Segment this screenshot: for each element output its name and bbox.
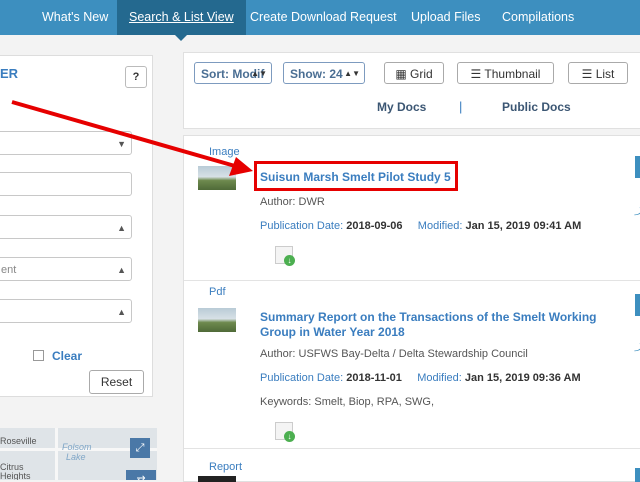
annotation-arrow-head xyxy=(229,157,253,176)
annotation-arrow xyxy=(11,100,253,176)
annotation-arrow-line xyxy=(11,100,236,168)
